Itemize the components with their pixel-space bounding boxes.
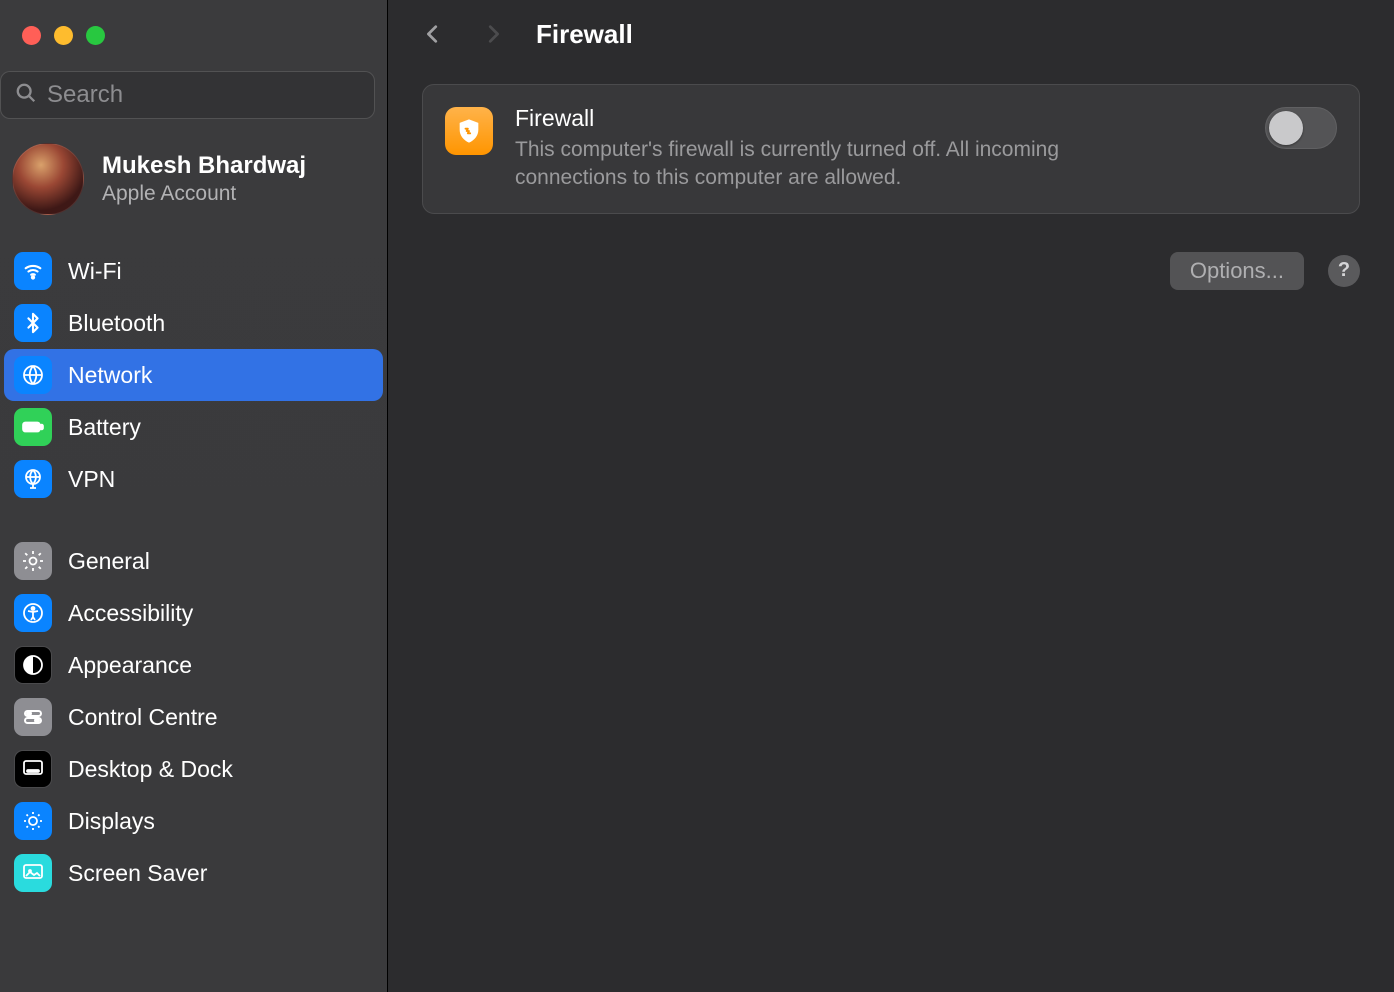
battery-icon — [14, 408, 52, 446]
firewall-panel: Firewall This computer's firewall is cur… — [422, 84, 1360, 214]
search-input[interactable] — [47, 81, 360, 109]
sidebar-item-label: Displays — [68, 808, 155, 835]
help-button[interactable]: ? — [1328, 255, 1360, 287]
sidebar-item-label: Accessibility — [68, 600, 193, 627]
search-field[interactable] — [0, 71, 375, 119]
sidebar-item-accessibility[interactable]: Accessibility — [4, 587, 383, 639]
firewall-toggle[interactable] — [1265, 107, 1337, 149]
firewall-icon — [445, 107, 493, 155]
bluetooth-icon — [14, 304, 52, 342]
sidebar-item-label: Appearance — [68, 652, 192, 679]
avatar — [12, 143, 84, 215]
sidebar-item-general[interactable]: General — [4, 535, 383, 587]
sidebar-item-network[interactable]: Network — [4, 349, 383, 401]
toggle-knob — [1269, 111, 1303, 145]
forward-button[interactable] — [478, 19, 508, 49]
titlebar: Firewall — [388, 0, 1394, 68]
firewall-panel-description: This computer's firewall is currently tu… — [515, 136, 1155, 193]
close-window-button[interactable] — [22, 26, 41, 45]
control-centre-icon — [14, 698, 52, 736]
back-button[interactable] — [418, 19, 448, 49]
sidebar-item-label: Wi-Fi — [68, 258, 122, 285]
accessibility-icon — [14, 594, 52, 632]
sidebar-item-bluetooth[interactable]: Bluetooth — [4, 297, 383, 349]
network-icon — [14, 356, 52, 394]
sidebar-item-appearance[interactable]: Appearance — [4, 639, 383, 691]
sidebar-item-label: Screen Saver — [68, 860, 207, 887]
main-content: Firewall Firewall This computer's firewa… — [388, 0, 1394, 992]
sidebar-item-wifi[interactable]: Wi-Fi — [4, 245, 383, 297]
sidebar-item-label: General — [68, 548, 150, 575]
sidebar-item-desktop-dock[interactable]: Desktop & Dock — [4, 743, 383, 795]
maximize-window-button[interactable] — [86, 26, 105, 45]
sidebar-item-vpn[interactable]: VPN — [4, 453, 383, 505]
sidebar-item-label: Network — [68, 362, 152, 389]
search-icon — [15, 82, 37, 109]
appearance-icon — [14, 646, 52, 684]
sidebar-item-control-centre[interactable]: Control Centre — [4, 691, 383, 743]
account-name: Mukesh Bhardwaj — [102, 152, 306, 180]
vpn-icon — [14, 460, 52, 498]
window-controls — [0, 0, 387, 63]
sidebar-item-screen-saver[interactable]: Screen Saver — [4, 847, 383, 899]
displays-icon — [14, 802, 52, 840]
sidebar-item-displays[interactable]: Displays — [4, 795, 383, 847]
sidebar-item-battery[interactable]: Battery — [4, 401, 383, 453]
account-row[interactable]: Mukesh Bhardwaj Apple Account — [0, 133, 387, 239]
options-button[interactable]: Options... — [1170, 252, 1304, 290]
account-subtitle: Apple Account — [102, 182, 306, 206]
firewall-panel-title: Firewall — [515, 105, 1243, 132]
sidebar-item-label: Control Centre — [68, 704, 218, 731]
gear-icon — [14, 542, 52, 580]
sidebar-item-label: Desktop & Dock — [68, 756, 233, 783]
desktop-dock-icon — [14, 750, 52, 788]
sidebar-item-label: Battery — [68, 414, 141, 441]
screen-saver-icon — [14, 854, 52, 892]
sidebar: Mukesh Bhardwaj Apple Account Wi-Fi — [0, 0, 388, 992]
sidebar-item-label: Bluetooth — [68, 310, 165, 337]
sidebar-item-label: VPN — [68, 466, 115, 493]
wifi-icon — [14, 252, 52, 290]
page-title: Firewall — [536, 19, 633, 50]
minimize-window-button[interactable] — [54, 26, 73, 45]
